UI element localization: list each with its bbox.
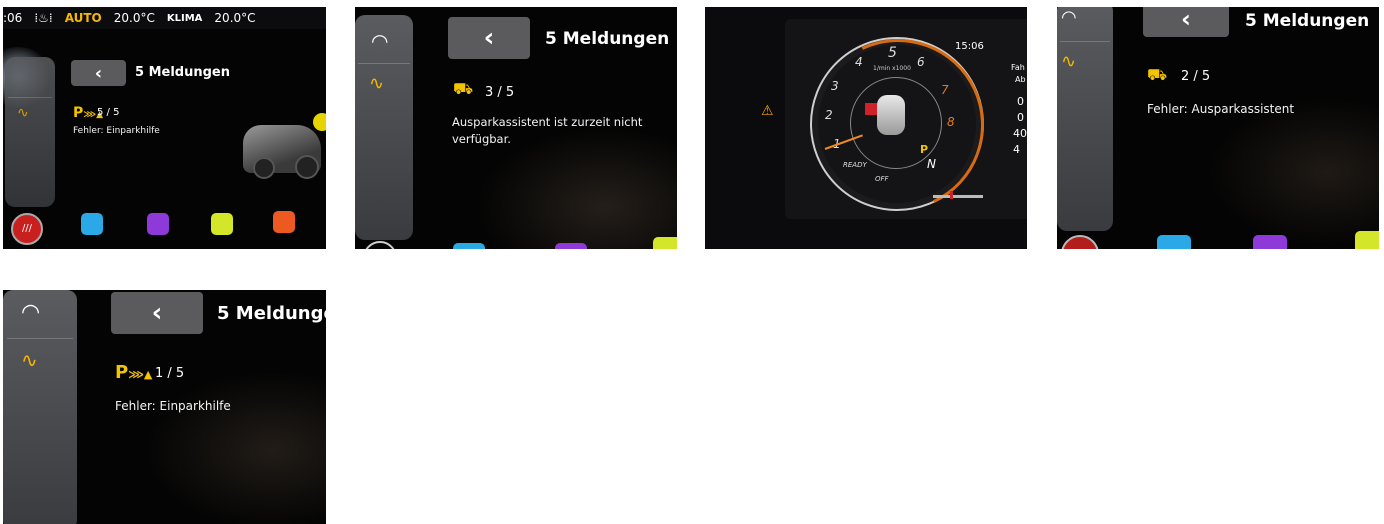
message-count: 3 / 5: [485, 85, 515, 100]
back-button[interactable]: ‹: [111, 292, 203, 334]
menu-button-round[interactable]: ///: [11, 213, 43, 245]
temp-right[interactable]: 20.0°C: [214, 11, 255, 25]
message-text: Fehler: Ausparkassistent: [1147, 102, 1295, 116]
rpm-unit-label: 1/min x1000: [873, 65, 911, 72]
app-icon-phone[interactable]: [211, 213, 233, 235]
trip-value-1: 0: [1017, 95, 1024, 108]
photo-infotainment-4: ◠ ∿ ‹ 5 Meldungen ⛟ 2 / 5 Fehler: Auspar…: [1057, 7, 1379, 249]
back-button[interactable]: ‹: [71, 60, 126, 86]
speedometer-icon[interactable]: ◠: [21, 300, 40, 325]
sidebar: ◠ ∿: [355, 15, 413, 240]
sidebar: ◠ ∿: [3, 290, 77, 524]
status-bar: :06 ⁞♨⁞ AUTO 20.0°C KLIMA 20.0°C: [3, 7, 326, 29]
message-text: Fehler: Einparkhilfe: [115, 399, 231, 413]
page-title: 5 Meldungen: [1245, 11, 1370, 31]
trip-label-1: Fah: [1011, 63, 1025, 72]
menu-button-round[interactable]: [1061, 235, 1099, 249]
tick-5: 5: [888, 45, 897, 61]
tick-7: 7: [941, 83, 949, 97]
speedometer-icon[interactable]: ◠: [1061, 7, 1077, 28]
gear-indicator: N: [927, 157, 936, 171]
app-icon-phone[interactable]: [653, 237, 677, 249]
wheel-left: [253, 157, 275, 179]
trip-value-2: 0: [1017, 111, 1024, 124]
app-icon-media[interactable]: [147, 213, 169, 235]
photo-infotainment-2: ◠ ∿ ‹ 5 Meldungen ⛟ 3 / 5 Ausparkassiste…: [355, 7, 677, 249]
photo-instrument-cluster: ⚠ 15:06 1/min x1000 1 2 3 4 5 6 7 8 READ…: [705, 7, 1027, 249]
park-assist-icon: P⋙▲: [115, 362, 153, 383]
auto-label[interactable]: AUTO: [65, 11, 102, 25]
fuel-bar: [933, 195, 983, 198]
message-count: 2 / 5: [1181, 69, 1211, 84]
app-icon-flag[interactable]: [81, 213, 103, 235]
tick-8: 8: [947, 115, 955, 129]
app-icon-phone[interactable]: [1355, 231, 1379, 249]
app-icon-media[interactable]: [555, 243, 587, 249]
pulse-icon[interactable]: ∿: [17, 105, 29, 121]
message-count: 5 / 5: [97, 107, 120, 118]
pulse-icon[interactable]: ∿: [1061, 51, 1076, 72]
back-button[interactable]: ‹: [1143, 7, 1229, 37]
message-line-1: Ausparkassistent ist zurzeit nicht: [452, 115, 643, 129]
photo-infotainment-1: :06 ⁞♨⁞ AUTO 20.0°C KLIMA 20.0°C ∿ ‹ 5 M…: [3, 7, 326, 249]
tick-2: 2: [825, 108, 833, 122]
tick-4: 4: [855, 55, 863, 69]
warning-triangle-icon: ⚠: [761, 103, 774, 119]
message-text: Fehler: Einparkhilfe: [73, 126, 160, 136]
ready-label: READY: [843, 161, 867, 169]
trip-value-4: 4: [1013, 143, 1020, 156]
off-label: OFF: [875, 175, 889, 183]
speedometer-icon[interactable]: ◠: [371, 29, 388, 53]
klima-label[interactable]: KLIMA: [167, 13, 203, 24]
message-count: 1 / 5: [155, 366, 185, 381]
app-icon-car[interactable]: [273, 211, 295, 233]
sidebar: ∿: [5, 57, 55, 207]
page-title: 5 Meldunge: [217, 303, 326, 324]
app-icon-media[interactable]: [1253, 235, 1287, 249]
seat-heating-icon[interactable]: ⁞♨⁞: [34, 11, 52, 25]
menu-button-round[interactable]: [363, 241, 397, 249]
park-out-assist-icon: ⛟: [1147, 65, 1168, 84]
tick-6: 6: [917, 55, 925, 69]
fuel-reserve: [950, 191, 953, 199]
message-line-2: verfügbar.: [452, 132, 511, 146]
wheel-right: [295, 155, 319, 179]
app-icon-flag[interactable]: [453, 243, 485, 249]
clock-text: :06: [3, 11, 23, 25]
pulse-icon[interactable]: ∿: [21, 348, 38, 372]
park-assist-warning: P: [920, 143, 929, 156]
warning-icon: [313, 113, 326, 131]
pulse-icon[interactable]: ∿: [369, 73, 384, 94]
open-door-icon: [865, 103, 877, 115]
page-title: 5 Meldungen: [135, 65, 230, 80]
trip-label-2: Ab: [1015, 75, 1026, 84]
park-p-symbol: P: [115, 362, 129, 383]
app-icon-flag[interactable]: [1157, 235, 1191, 249]
park-p-symbol: P: [73, 105, 84, 121]
back-button[interactable]: ‹: [448, 17, 530, 59]
temp-left[interactable]: 20.0°C: [114, 11, 155, 25]
clock-text: 15:06: [955, 41, 984, 52]
trip-value-3: 40: [1013, 127, 1027, 140]
photo-infotainment-5: ◠ ∿ ‹ 5 Meldunge P⋙▲ 1 / 5 Fehler: Einpa…: [3, 290, 326, 524]
car-topview-icon: [877, 95, 905, 135]
page-title: 5 Meldungen: [545, 29, 670, 49]
sidebar: ◠ ∿: [1057, 7, 1113, 231]
park-out-assist-icon: ⛟: [453, 79, 474, 98]
tick-3: 3: [831, 79, 839, 93]
